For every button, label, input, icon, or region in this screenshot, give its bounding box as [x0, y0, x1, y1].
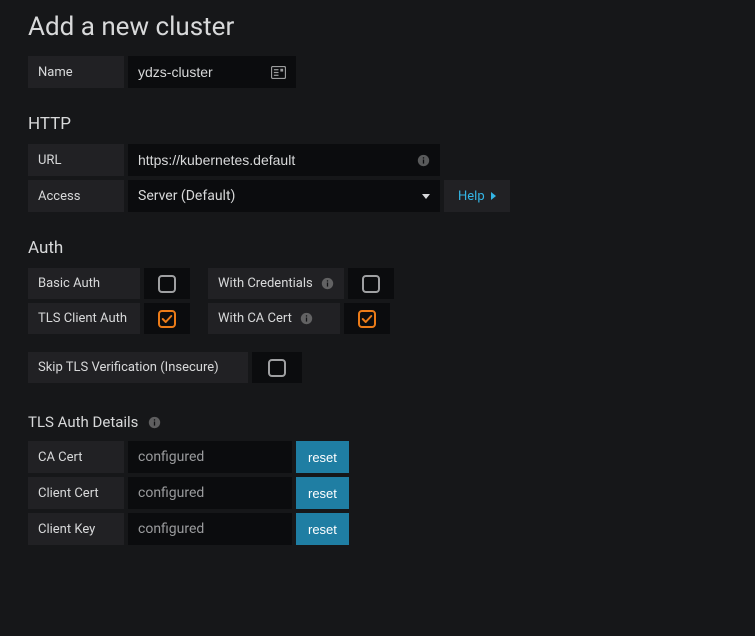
name-input[interactable] [138, 64, 263, 80]
access-select[interactable]: Server (Default) [128, 180, 440, 212]
auth-row-2: TLS Client Auth With CA Cert [28, 303, 727, 334]
skip-tls-label: Skip TLS Verification (Insecure) [28, 352, 248, 383]
with-ca-cert-checkbox[interactable] [344, 303, 390, 334]
name-label: Name [28, 56, 124, 88]
basic-auth-checkbox[interactable] [144, 268, 190, 299]
client-key-value: configured [128, 513, 292, 545]
access-label: Access [28, 180, 124, 212]
ca-cert-row: CA Cert configured reset [28, 441, 727, 473]
info-icon[interactable] [148, 416, 161, 429]
access-row: Access Server (Default) Help [28, 180, 727, 212]
access-value: Server (Default) [138, 188, 235, 204]
spacer [194, 303, 204, 334]
chevron-down-icon [422, 194, 430, 199]
tls-details-heading: TLS Auth Details [28, 413, 138, 431]
ca-cert-label: CA Cert [28, 441, 124, 473]
info-icon[interactable] [300, 312, 313, 325]
client-key-reset-button[interactable]: reset [296, 513, 349, 545]
client-cert-row: Client Cert configured reset [28, 477, 727, 509]
chevron-right-icon [491, 192, 496, 200]
auth-heading: Auth [28, 238, 727, 258]
name-row: Name [28, 56, 727, 88]
client-key-row: Client Key configured reset [28, 513, 727, 545]
ca-cert-reset-button[interactable]: reset [296, 441, 349, 473]
form-icon [271, 66, 286, 79]
with-credentials-text: With Credentials [218, 276, 313, 291]
help-button[interactable]: Help [444, 180, 510, 212]
tls-client-auth-label: TLS Client Auth [28, 303, 140, 334]
checkbox-checked-icon [158, 310, 176, 328]
info-icon[interactable] [417, 154, 430, 167]
auth-row-1: Basic Auth With Credentials [28, 268, 727, 299]
info-icon[interactable] [321, 277, 334, 290]
skip-tls-checkbox[interactable] [252, 352, 302, 383]
client-cert-value: configured [128, 477, 292, 509]
with-ca-cert-text: With CA Cert [218, 311, 292, 326]
basic-auth-label: Basic Auth [28, 268, 140, 299]
url-label: URL [28, 144, 124, 176]
skip-tls-row: Skip TLS Verification (Insecure) [28, 352, 727, 383]
client-cert-label: Client Cert [28, 477, 124, 509]
help-label: Help [458, 189, 485, 204]
checkbox-checked-icon [358, 310, 376, 328]
spacer [194, 268, 204, 299]
tls-details-heading-row: TLS Auth Details [28, 413, 727, 431]
tls-client-auth-checkbox[interactable] [144, 303, 190, 334]
url-input-wrap[interactable] [128, 144, 440, 176]
name-input-wrap[interactable] [128, 56, 296, 88]
http-heading: HTTP [28, 114, 727, 134]
client-key-label: Client Key [28, 513, 124, 545]
with-credentials-label: With Credentials [208, 268, 344, 299]
checkbox-unchecked-icon [268, 359, 286, 377]
url-input[interactable] [138, 152, 409, 168]
checkbox-unchecked-icon [362, 275, 380, 293]
with-ca-cert-label: With CA Cert [208, 303, 340, 334]
checkbox-unchecked-icon [158, 275, 176, 293]
page-title: Add a new cluster [28, 12, 727, 42]
client-cert-reset-button[interactable]: reset [296, 477, 349, 509]
ca-cert-value: configured [128, 441, 292, 473]
with-credentials-checkbox[interactable] [348, 268, 394, 299]
url-row: URL [28, 144, 727, 176]
